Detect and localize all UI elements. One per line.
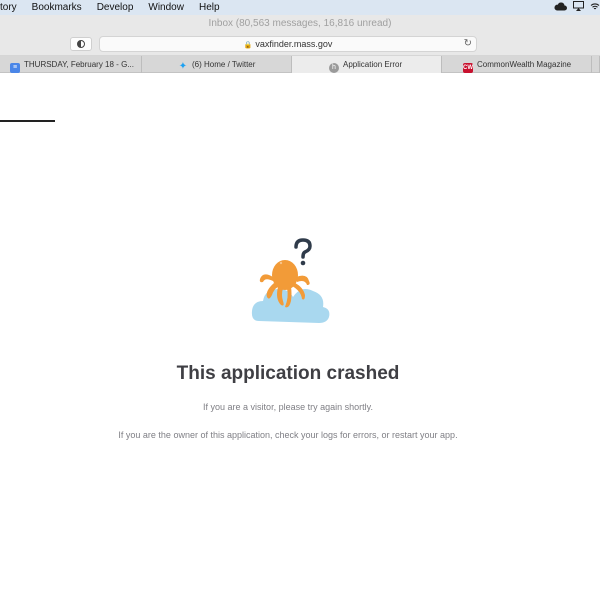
url-text: vaxfinder.mass.gov <box>255 39 333 49</box>
menubar-status-icons <box>548 0 600 15</box>
octopus-cloud-illustration <box>245 237 335 327</box>
menu-bookmarks[interactable]: Bookmarks <box>32 0 82 15</box>
tab-label: Application Error <box>343 60 403 69</box>
wifi-icon[interactable] <box>590 2 600 14</box>
tab-strip: ≡ THURSDAY, February 18 - G... ✦ (6) Home … <box>0 56 600 73</box>
tab-label: (6) Home / Twitter <box>192 60 256 69</box>
page-divider <box>0 120 55 122</box>
tab-application-error[interactable]: h Application Error <box>292 56 442 73</box>
menu-help[interactable]: Help <box>199 0 220 15</box>
tab-label: CommonWealth Magazine <box>477 60 572 69</box>
window-title: Inbox (80,563 messages, 16,816 unread) <box>0 15 600 32</box>
heroku-icon: h <box>329 63 339 73</box>
menu-history[interactable]: tory <box>0 0 17 15</box>
question-mark-shape <box>294 238 312 266</box>
lock-icon: 🔒 <box>243 42 253 49</box>
menu-window[interactable]: Window <box>148 0 184 15</box>
owner-message: If you are the owner of this application… <box>118 430 458 440</box>
tab-commonwealth[interactable]: CW CommonWealth Magazine <box>442 56 592 73</box>
airplay-icon[interactable] <box>573 1 584 14</box>
tab-twitter[interactable]: ✦ (6) Home / Twitter <box>142 56 292 73</box>
address-bar[interactable]: 🔒 vaxfinder.mass.gov ↻ <box>99 36 477 52</box>
menu-develop[interactable]: Develop <box>97 0 134 15</box>
google-docs-icon: ≡ <box>10 63 20 73</box>
reader-mode-button[interactable] <box>70 37 92 51</box>
cloud-icon[interactable] <box>554 2 567 14</box>
reload-icon[interactable]: ↻ <box>464 37 472 51</box>
tab-overflow[interactable] <box>592 56 600 73</box>
tab-label: THURSDAY, February 18 - G... <box>24 60 134 69</box>
visitor-message: If you are a visitor, please try again s… <box>203 402 373 412</box>
reader-mode-icon <box>77 40 85 48</box>
tab-google-doc[interactable]: ≡ THURSDAY, February 18 - G... <box>0 56 142 73</box>
error-title: This application crashed <box>176 363 400 384</box>
menu-bar: tory Bookmarks Develop Window Help <box>0 0 600 15</box>
browser-toolbar: 🔒 vaxfinder.mass.gov ↻ <box>0 32 600 56</box>
commonwealth-icon: CW <box>463 63 473 73</box>
twitter-icon: ✦ <box>178 61 188 72</box>
